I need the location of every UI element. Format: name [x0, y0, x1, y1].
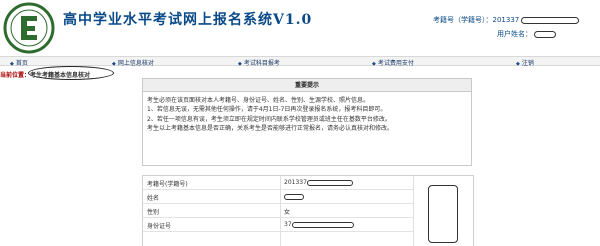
notice-title: 重要提示: [143, 79, 471, 92]
column-divider: [413, 176, 414, 246]
important-notice-panel: 重要提示 考生必须在该页面核对本人考籍号、身份证号、姓名、性别、生源学校、照片信…: [142, 78, 472, 166]
row-value: 201337: [284, 179, 353, 186]
breadcrumb-label: 当前位置：: [0, 72, 31, 79]
table-row: 考籍号(学籍号) 201337: [143, 176, 413, 190]
nav-subject-register[interactable]: ◆ 考试科目报考: [238, 58, 280, 67]
redaction-mark: [521, 16, 580, 24]
row-value: 37: [284, 221, 354, 228]
diamond-bullet-icon: ◆: [10, 61, 14, 67]
notice-line: 1、若信息无误，无需其他任何操作，请于4月1日-7日再次登录报名系统，报考科目即…: [147, 106, 387, 114]
notice-line: 考生以上考籍基本信息是否正确，关系考生是否能够进行正常报名，请务必认真核对和修改…: [147, 124, 394, 132]
redaction-mark: [291, 221, 354, 228]
row-label: 身份证号: [147, 223, 172, 230]
redaction-mark: [534, 30, 557, 38]
diamond-bullet-icon: ◆: [372, 61, 376, 67]
student-info-table: 考籍号(学籍号) 201337 姓名 性别 女 身份证号 37: [142, 175, 474, 246]
table-row: 身份证号 37: [143, 218, 413, 232]
row-value: 女: [284, 209, 291, 216]
nav-logout[interactable]: ◆ 注销: [516, 58, 534, 67]
diamond-bullet-icon: ◆: [238, 61, 242, 67]
main-nav: ◆ 首页 ◆ 网上信息核对 ◆ 考试科目报考 ◆ 考试费用支付 ◆ 注销: [0, 56, 600, 67]
redaction-mark: [306, 179, 353, 186]
user-name-label: 用户姓名：: [497, 30, 532, 38]
exam-id-label: 考籍号（学籍号）：: [433, 16, 493, 24]
nav-fee-payment[interactable]: ◆ 考试费用支付: [372, 58, 414, 67]
system-logo-icon: [3, 2, 55, 54]
notice-body: 考生必须在该页面核对本人考籍号、身份证号、姓名、性别、生源学校、照片信息。 1、…: [143, 92, 471, 133]
exam-id-display: 考籍号（学籍号）：201337: [433, 15, 580, 25]
row-label: 考籍号(学籍号): [147, 181, 188, 188]
row-label: 性别: [147, 209, 160, 216]
header: 高中学业水平考试网上报名系统V1.0 考籍号（学籍号）：201337 用户姓名：: [0, 0, 600, 54]
table-row: 姓名: [143, 190, 413, 204]
table-row: 性别 女: [143, 204, 413, 218]
redaction-mark: [284, 193, 304, 200]
student-photo: [428, 185, 458, 243]
notice-line: 2、若任一项信息有误，考生须立即在规定时间内联系学校管理员或班主任在基数平台修改…: [147, 115, 391, 123]
system-title: 高中学业水平考试网上报名系统V1.0: [63, 12, 313, 28]
row-label: 姓名: [147, 195, 160, 202]
diamond-bullet-icon: ◆: [516, 61, 520, 67]
diamond-bullet-icon: ◆: [112, 61, 116, 67]
nav-info-check[interactable]: ◆ 网上信息核对: [112, 58, 154, 67]
highlight-circle: [28, 66, 114, 80]
row-value: [284, 193, 304, 200]
user-name-display: 用户姓名：: [497, 29, 557, 39]
notice-line: 考生必须在该页面核对本人考籍号、身份证号、姓名、性别、生源学校、照片信息。: [147, 97, 370, 104]
exam-id-value: 201337: [492, 16, 520, 24]
nav-home[interactable]: ◆ 首页: [10, 58, 28, 67]
